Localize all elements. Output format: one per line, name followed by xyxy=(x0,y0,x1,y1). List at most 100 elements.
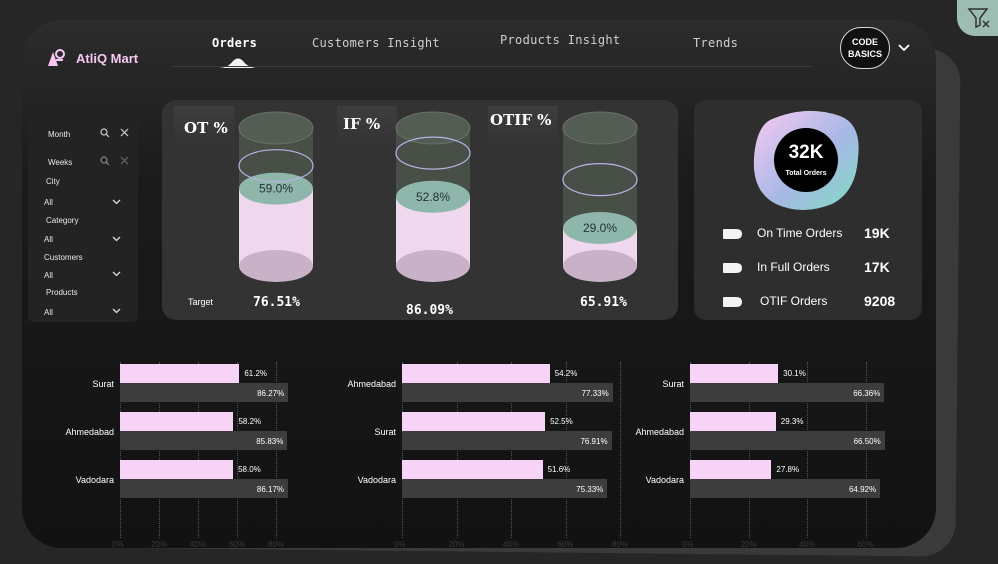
category-label: Surat xyxy=(374,427,396,437)
category-label: Surat xyxy=(662,379,684,389)
x-tick-label: 40% xyxy=(799,540,816,548)
tag-icon xyxy=(723,229,742,239)
ot-target-value: 76.51% xyxy=(253,295,300,310)
badge-line-1: CODE xyxy=(851,37,878,47)
bar-actual[interactable] xyxy=(402,412,546,431)
otif-gauge-title: OTIF % xyxy=(490,111,552,129)
kpi-row-in-full: In Full Orders 17K xyxy=(722,259,902,276)
slicer-customers-value[interactable]: All xyxy=(44,271,53,280)
bar-actual-label: 54.2% xyxy=(554,369,578,378)
category-label: Vadodara xyxy=(357,475,396,485)
slicer-category-value[interactable]: All xyxy=(44,235,53,244)
if-gauge-title: IF % xyxy=(343,115,381,133)
tab-trends[interactable]: Trends xyxy=(693,36,738,50)
if-gauge: 52.8% xyxy=(395,111,471,282)
bar-actual-label: 51.6% xyxy=(547,465,571,474)
bar-actual-label: 29.3% xyxy=(780,417,804,426)
bar-target-label: 77.33% xyxy=(581,389,609,398)
city-bar-chart-otif: 0% 20% 40% 60% Surat 30.1% 66.36% Ahmedabad 29.3… xyxy=(608,350,898,548)
clear-icon[interactable] xyxy=(120,156,129,165)
tag-icon xyxy=(723,263,742,273)
cylinder-top xyxy=(562,111,638,145)
app-name: AtliQ Mart xyxy=(76,50,139,66)
slicer-city-value[interactable]: All xyxy=(44,198,53,207)
bar-target-label: 86.17% xyxy=(256,485,285,494)
kpi-label: OTIF Orders xyxy=(760,294,828,308)
bar-actual-label: 27.8% xyxy=(776,465,800,474)
badge-line-2: BASICS xyxy=(847,49,882,59)
bar-target-label: 75.33% xyxy=(576,485,604,494)
search-icon[interactable] xyxy=(100,156,110,166)
chevron-down-icon[interactable] xyxy=(898,44,910,52)
tab-products-insight[interactable]: Products Insight xyxy=(500,33,620,47)
bar-actual-label: 61.2% xyxy=(244,369,268,378)
x-tick-label: 60% xyxy=(557,540,574,548)
slicer-city-label: City xyxy=(46,177,60,186)
ot-gauge: 59.0% xyxy=(238,111,314,282)
filter-badge[interactable] xyxy=(957,0,998,36)
category-label: Ahmedabad xyxy=(347,379,396,389)
otif-gauge: 29.0% xyxy=(562,111,638,282)
bar-actual[interactable] xyxy=(690,364,779,383)
gauge-value-label: 59.0% xyxy=(259,182,293,196)
bar-actual[interactable] xyxy=(690,412,776,431)
bar-actual-label: 52.5% xyxy=(550,417,573,426)
x-tick-label: 20% xyxy=(448,540,465,548)
x-tick-label: 20% xyxy=(151,540,168,548)
clear-icon[interactable] xyxy=(120,128,129,137)
clear-filter-icon xyxy=(967,8,990,29)
cylinder-bottom xyxy=(396,250,470,282)
category-label: Ahmedabad xyxy=(635,427,684,437)
bar-target-label: 76.91% xyxy=(580,437,608,446)
tab-customers-insight[interactable]: Customers Insight xyxy=(312,36,440,50)
cylinder-top xyxy=(395,111,471,145)
target-label: Target xyxy=(188,297,214,307)
app-logo[interactable]: AtliQ Mart xyxy=(44,46,138,70)
tag-icon xyxy=(723,297,742,307)
atliq-logo-icon xyxy=(48,49,65,66)
x-tick-label: 0% xyxy=(394,540,406,548)
city-bar-chart-if: 0% 20% 40% 60% 80% Ahmedabad 54.2% 77.33% Surat 5… xyxy=(318,350,628,548)
bar-actual[interactable] xyxy=(120,412,234,431)
bar-target-label: 64.92% xyxy=(848,485,877,494)
city-bar-chart-ot: 0% 20% 40% 60% 80% Surat 61.2% 86.27% Ahmedabad 5… xyxy=(40,350,330,548)
x-tick-label: 60% xyxy=(857,540,874,548)
x-tick-label: 60% xyxy=(229,540,246,548)
slicer-products-label: Products xyxy=(46,288,78,297)
tab-orders[interactable]: Orders xyxy=(212,36,257,50)
nav-divider xyxy=(172,66,812,67)
chevron-down-icon[interactable] xyxy=(112,308,121,314)
chevron-down-icon[interactable] xyxy=(112,199,121,205)
x-tick-label: 20% xyxy=(740,540,757,548)
total-orders-value: 32K xyxy=(788,142,824,163)
bar-target-label: 66.50% xyxy=(853,437,881,446)
bar-target-label: 85.83% xyxy=(256,437,284,446)
x-tick-label: 80% xyxy=(268,540,285,548)
category-label: Vadodara xyxy=(75,475,114,485)
bar-actual-label: 58.2% xyxy=(238,417,262,426)
gauge-value-label: 29.0% xyxy=(583,221,617,235)
filter-panel: Month Weeks City All Category All Custom… xyxy=(28,116,138,322)
if-target-value: 86.09% xyxy=(406,303,453,318)
x-tick-label: 0% xyxy=(682,540,694,548)
kpi-value: 9208 xyxy=(864,293,896,309)
bar-actual[interactable] xyxy=(690,460,772,479)
bar-actual[interactable] xyxy=(120,364,240,383)
bar-actual[interactable] xyxy=(402,460,543,479)
bar-actual[interactable] xyxy=(120,460,234,479)
x-tick-label: 0% xyxy=(112,540,124,548)
kpi-label: On Time Orders xyxy=(757,226,843,240)
otif-target-value: 65.91% xyxy=(580,295,627,310)
codebasics-badge[interactable]: CODE BASICS xyxy=(840,27,890,69)
dashboard-card: AtliQ Mart Orders Customers Insight Prod… xyxy=(22,20,936,548)
chevron-down-icon[interactable] xyxy=(112,236,121,242)
kpi-label: In Full Orders xyxy=(757,260,830,274)
search-icon[interactable] xyxy=(100,128,110,138)
gauge-value-label: 52.8% xyxy=(416,190,450,204)
bar-actual-label: 30.1% xyxy=(783,369,806,378)
slicer-products-value[interactable]: All xyxy=(44,308,53,317)
bar-actual[interactable] xyxy=(402,364,550,383)
x-tick-label: 40% xyxy=(503,540,520,548)
chevron-down-icon[interactable] xyxy=(112,271,121,277)
category-label: Surat xyxy=(92,379,114,389)
